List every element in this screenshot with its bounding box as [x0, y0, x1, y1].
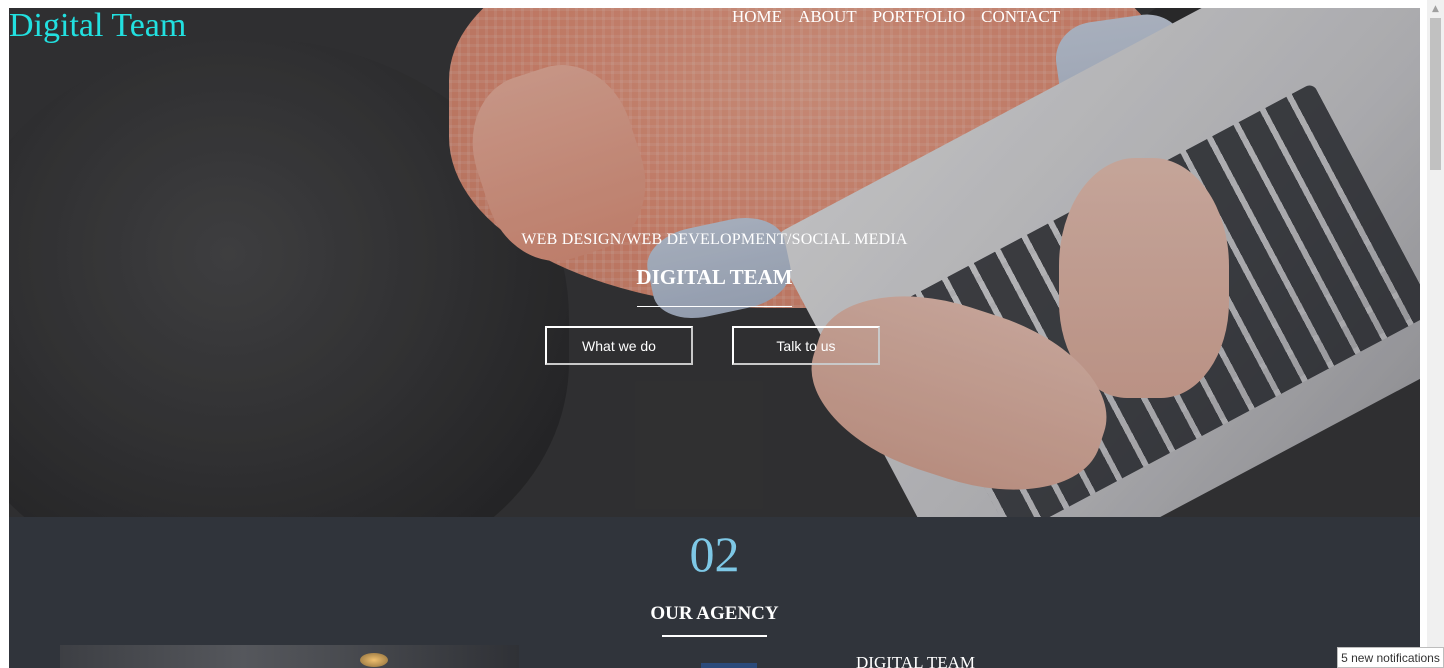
scroll-up-arrow-icon[interactable]: ▲ [1427, 0, 1444, 17]
nav-contact[interactable]: CONTACT [981, 8, 1060, 27]
site-logo[interactable]: Digital Team [9, 8, 186, 44]
page: Digital Team HOME ABOUT PORTFOLIO CONTAC… [9, 8, 1420, 668]
section-number: 02 [689, 526, 740, 582]
hero-section: Digital Team HOME ABOUT PORTFOLIO CONTAC… [9, 8, 1420, 517]
talk-to-us-button[interactable]: Talk to us [732, 326, 880, 365]
hero-background-image [9, 8, 1420, 517]
nav-portfolio[interactable]: PORTFOLIO [873, 8, 966, 27]
notifications-badge[interactable]: 5 new notifications [1337, 647, 1444, 668]
nav-about[interactable]: ABOUT [798, 8, 857, 27]
agency-section: 02 OUR AGENCY DIGITAL TEAM [9, 517, 1420, 668]
main-nav: HOME ABOUT PORTFOLIO CONTACT [732, 8, 1076, 27]
what-we-do-button[interactable]: What we do [545, 326, 693, 365]
agency-subtitle: DIGITAL TEAM [856, 653, 976, 668]
vertical-scrollbar[interactable]: ▲ [1427, 0, 1444, 668]
agency-accent-bar [701, 663, 757, 668]
nav-home[interactable]: HOME [732, 8, 782, 27]
hero-tagline: WEB DESIGN/WEB DEVELOPMENT/SOCIAL MEDIA [521, 231, 908, 248]
hero-title: DIGITAL TEAM [636, 265, 793, 289]
agency-image [60, 645, 519, 668]
section-title: OUR AGENCY [650, 603, 779, 624]
section-divider [662, 635, 767, 637]
hero-divider [637, 306, 792, 307]
scroll-thumb[interactable] [1430, 18, 1441, 170]
